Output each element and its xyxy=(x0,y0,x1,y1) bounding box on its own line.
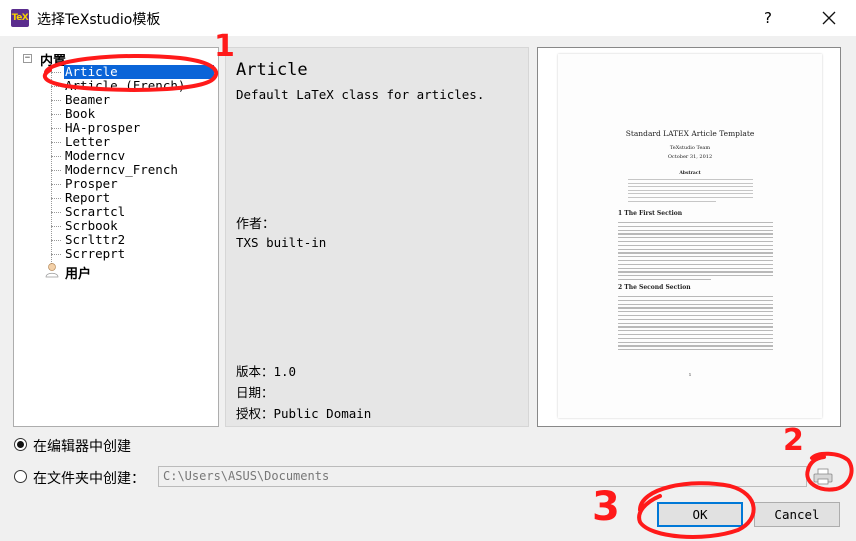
help-button[interactable]: ? xyxy=(764,9,772,27)
tree-item-template[interactable]: Scrlttr2 xyxy=(64,233,126,247)
annotation-number-3: 3 xyxy=(592,484,620,530)
tree-item-template[interactable]: Book xyxy=(64,107,96,121)
preview-section-1: 1 The First Section xyxy=(618,210,683,217)
preview-section-2: 2 The Second Section xyxy=(618,284,691,291)
template-author: TXS built-in xyxy=(236,235,327,250)
tree-connector xyxy=(51,212,61,213)
tree-connector xyxy=(51,240,61,241)
tree-connector xyxy=(51,156,61,157)
preview-section-2-text xyxy=(618,296,773,353)
template-description: Default LaTeX class for articles. xyxy=(236,87,485,102)
preview-abstract-heading: Abstract xyxy=(679,171,701,176)
tree-connector xyxy=(51,114,61,115)
preview-page-number: 1 xyxy=(688,372,692,377)
tree-item-template[interactable]: Article xyxy=(64,65,214,79)
annotation-number-2: 2 xyxy=(783,423,804,458)
ok-button[interactable]: OK xyxy=(657,502,743,527)
tree-item-template[interactable]: Prosper xyxy=(64,177,119,191)
preview-author: TeXstudio Team xyxy=(669,145,711,151)
close-button[interactable] xyxy=(815,5,843,31)
template-tree[interactable]: − 内置 Article Article (French) Beamer Book HA… xyxy=(13,47,219,427)
tree-connector xyxy=(51,142,61,143)
folder-path-field[interactable]: C:\Users\ASUS\Documents xyxy=(158,466,807,487)
tree-node-builtin[interactable]: 内置 xyxy=(40,50,66,69)
preview-date: October 31, 2012 xyxy=(667,154,713,160)
template-version: 版本：1.0 xyxy=(236,364,297,379)
tree-item-template[interactable]: Scrreprt xyxy=(64,247,126,261)
cancel-button[interactable]: Cancel xyxy=(754,502,840,527)
author-label: 作者： xyxy=(236,217,276,232)
tree-item-template[interactable]: Scrbook xyxy=(64,219,119,233)
tree-connector xyxy=(51,86,61,87)
tree-connector xyxy=(51,128,61,129)
tree-item-template[interactable]: Report xyxy=(64,191,111,205)
tree-item-template[interactable]: Moderncv_French xyxy=(64,163,179,177)
tree-item-template[interactable]: Moderncv xyxy=(64,149,126,163)
preview-section-1-text xyxy=(618,222,773,283)
tree-connector xyxy=(51,184,61,185)
browse-folder-button[interactable] xyxy=(811,465,835,489)
template-preview: Standard LATEX Article Template TeXstudi… xyxy=(537,47,841,427)
tree-connector xyxy=(51,198,61,199)
preview-page: Standard LATEX Article Template TeXstudi… xyxy=(558,54,822,418)
tree-item-template[interactable]: Scrartcl xyxy=(64,205,126,219)
texstudio-app-icon: TeX xyxy=(11,9,29,27)
minus-icon[interactable]: − xyxy=(23,54,32,63)
tree-connector xyxy=(51,100,61,101)
create-in-editor-radio[interactable] xyxy=(14,438,27,451)
tree-connector xyxy=(51,170,61,171)
close-icon xyxy=(822,11,836,25)
window-title: 选择TeXstudio模板 xyxy=(37,12,161,28)
tree-item-template[interactable]: Article (French) xyxy=(64,79,186,93)
preview-title: Standard LATEX Article Template xyxy=(625,129,755,138)
tree-connector xyxy=(51,64,52,264)
printer-icon xyxy=(813,468,833,485)
template-date: 日期： xyxy=(236,385,274,400)
tree-node-user[interactable]: 用户 xyxy=(65,263,91,282)
template-name: Article xyxy=(236,60,308,80)
tree-item-template[interactable]: Beamer xyxy=(64,93,111,107)
create-in-editor-label[interactable]: 在编辑器中创建 xyxy=(33,436,131,456)
tree-item-template[interactable]: HA-prosper xyxy=(64,121,141,135)
create-in-folder-label[interactable]: 在文件夹中创建： xyxy=(33,468,145,488)
create-in-folder-radio[interactable] xyxy=(14,470,27,483)
tree-connector xyxy=(51,254,61,255)
template-info-panel: Article Default LaTeX class for articles… xyxy=(225,47,529,427)
template-license: 授权：Public Domain xyxy=(236,406,372,421)
tree-connector xyxy=(51,226,61,227)
user-icon xyxy=(45,263,59,278)
title-bar: TeX 选择TeXstudio模板 ? xyxy=(0,0,856,36)
tree-connector xyxy=(51,72,61,73)
tree-item-template[interactable]: Letter xyxy=(64,135,111,149)
preview-abstract-text xyxy=(628,179,753,204)
